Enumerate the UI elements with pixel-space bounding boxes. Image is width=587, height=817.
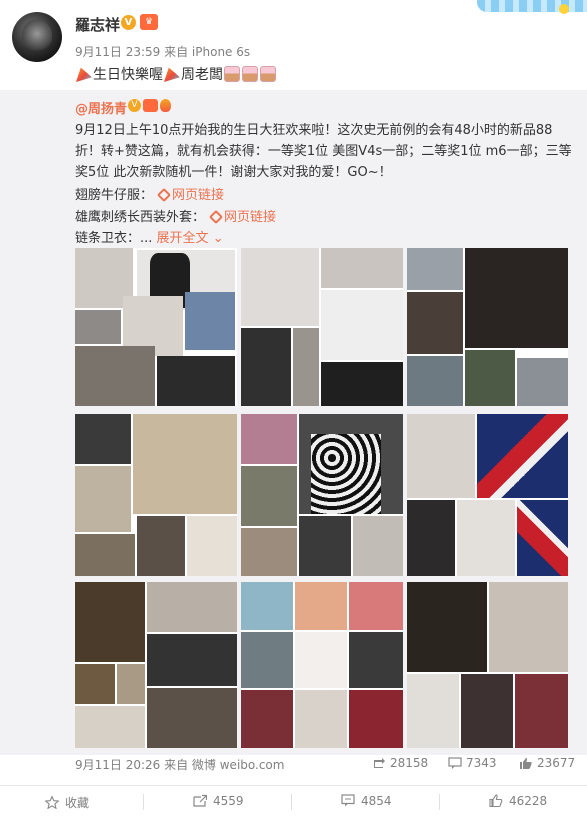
star-icon	[45, 796, 59, 809]
repost-count: 4559	[213, 794, 244, 808]
comment-icon	[448, 757, 462, 769]
retweet-box: @周扬青 V 9月12日上午10点开始我的生日大狂欢来啦！这次史无前例的会有48…	[0, 90, 587, 772]
photo-5[interactable]	[241, 414, 403, 576]
medal-icon	[160, 99, 171, 112]
post-text-part2: 周老闆	[181, 67, 223, 83]
photo-3[interactable]	[407, 248, 568, 406]
party-emoji-icon	[164, 67, 180, 82]
share-icon	[193, 794, 207, 807]
avatar[interactable]	[12, 12, 62, 62]
favorite-label: 收藏	[65, 796, 90, 810]
like-button[interactable]: 46228	[489, 794, 547, 808]
photo-grid	[75, 248, 568, 748]
post-text: 生日快樂喔 周老闆	[75, 64, 277, 84]
expand-full-text-link[interactable]: 展开全文	[157, 231, 209, 246]
retweet-author-badges: V	[128, 98, 171, 113]
chevron-down-icon: ⌄	[212, 231, 224, 246]
favorite-button[interactable]: 收藏	[45, 794, 89, 811]
cake-emoji-icon	[224, 66, 240, 82]
divider	[143, 794, 144, 810]
photo-8[interactable]	[241, 582, 403, 748]
share-icon	[374, 758, 385, 768]
web-link[interactable]: 网页链接	[224, 210, 276, 225]
post-meta: 9月11日 23:59 来自 iPhone 6s	[75, 45, 251, 59]
username[interactable]: 羅志祥	[75, 14, 120, 35]
vip-badge-icon	[143, 99, 158, 112]
retweet-item-2: 雄鹰刺绣长西装外套： 网页链接	[75, 206, 276, 225]
photo-1[interactable]	[75, 248, 237, 406]
item-label: 翅膀牛仔服：	[75, 188, 154, 203]
divider	[439, 794, 440, 810]
vip-badge-icon: ♛	[140, 14, 158, 30]
cake-emoji-icon	[260, 66, 276, 82]
retweet-comment-count[interactable]: 7343	[448, 756, 497, 770]
retweet-item-3: 链条卫衣：... 展开全文 ⌄	[75, 227, 224, 246]
photo-6[interactable]	[407, 414, 568, 576]
photo-7[interactable]	[75, 582, 237, 748]
verified-badge-icon: V	[121, 15, 136, 30]
retweet-timestamp: 9月11日 20:26 来自 微博 weibo.com	[75, 758, 285, 772]
comment-count: 4854	[361, 794, 392, 808]
like-count: 46228	[509, 794, 548, 808]
retweet-author[interactable]: @周扬青	[75, 98, 127, 117]
action-bar: 收藏 4559 4854 46228	[0, 785, 587, 817]
retweet-repost-count[interactable]: 28158	[372, 756, 428, 770]
photo-4[interactable]	[75, 414, 237, 576]
link-icon	[156, 187, 172, 203]
web-link[interactable]: 网页链接	[172, 188, 224, 203]
party-emoji-icon	[76, 67, 92, 82]
divider	[291, 794, 292, 810]
photo-9[interactable]	[407, 582, 568, 748]
thumbs-up-icon	[520, 757, 532, 769]
photo-2[interactable]	[241, 248, 403, 406]
repost-button[interactable]: 4559	[193, 794, 244, 808]
retweet-like-count[interactable]: 23677	[519, 756, 575, 770]
decoration-wave	[477, 0, 587, 12]
link-icon	[208, 209, 224, 225]
item-label: 链条卫衣：...	[75, 231, 153, 246]
post-text-part1: 生日快樂喔	[93, 67, 163, 83]
item-label: 雄鹰刺绣长西装外套：	[75, 210, 206, 225]
decoration-bulb-icon	[559, 4, 569, 14]
retweet-item-1: 翅膀牛仔服： 网页链接	[75, 184, 224, 203]
comment-button[interactable]: 4854	[341, 794, 392, 808]
post-header: 羅志祥 V ♛ 9月11日 23:59 来自 iPhone 6s 生日快樂喔 周老…	[0, 0, 587, 90]
verified-badge-icon: V	[128, 99, 141, 112]
thumbs-up-icon	[489, 794, 503, 807]
comment-icon	[341, 794, 355, 807]
retweet-body: 9月12日上午10点开始我的生日大狂欢来啦！这次史无前例的会有48小时的新品88…	[75, 123, 572, 180]
cake-emoji-icon	[242, 66, 258, 82]
